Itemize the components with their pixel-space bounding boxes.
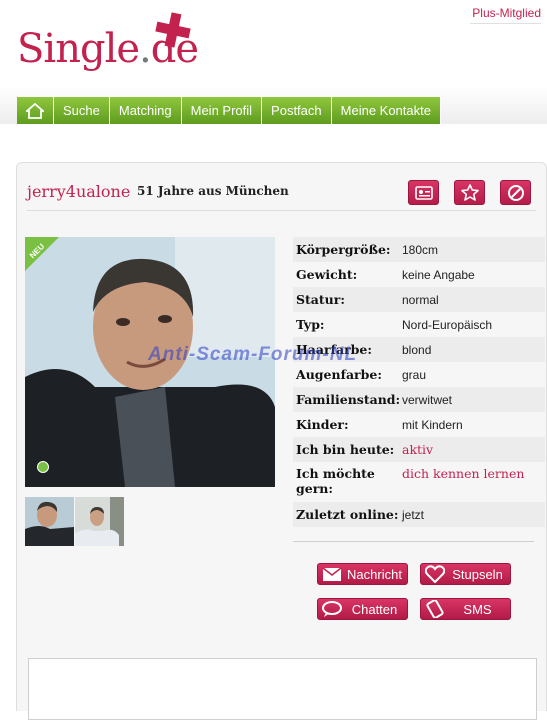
detail-label: Kinder:	[296, 417, 349, 432]
detail-label: Typ:	[296, 317, 325, 332]
profile-age-city: 51 Jahre aus München	[137, 184, 289, 198]
nav-item-meine-kontakte[interactable]: Meine Kontakte	[331, 97, 441, 124]
block-button[interactable]	[500, 180, 531, 205]
contact-card-button[interactable]	[408, 180, 439, 205]
detail-value: blond	[402, 342, 432, 357]
thumbnail-image	[75, 497, 124, 546]
detail-row: Zuletzt online: jetzt	[293, 502, 545, 527]
detail-label: Familienstand:	[296, 392, 401, 407]
logo-text-main: Single	[17, 26, 140, 72]
detail-value: dich kennen lernen	[402, 466, 525, 481]
phone-icon	[421, 598, 449, 620]
detail-label: Gewicht:	[296, 267, 358, 282]
chat-button[interactable]: Chatten	[317, 598, 408, 620]
nudge-button-label: Stupseln	[452, 566, 503, 582]
envelope-icon	[318, 563, 346, 585]
home-icon	[26, 102, 44, 119]
nav-item-suche[interactable]: Suche	[54, 97, 110, 124]
profile-details: Körpergröße: 180cm Gewicht: keine Angabe S…	[293, 237, 545, 527]
detail-label: Körpergröße:	[296, 242, 391, 257]
detail-value: keine Angabe	[402, 267, 475, 282]
detail-row: Statur: normal	[293, 287, 545, 312]
photo-thumbnail[interactable]	[25, 497, 74, 546]
profile-text-box	[28, 658, 537, 720]
detail-value: normal	[402, 292, 439, 307]
logo-plus-icon	[155, 12, 191, 48]
logo-dot: .	[139, 26, 152, 72]
detail-row: Ich möchte gern: dich kennen lernen	[293, 462, 545, 502]
favorite-button[interactable]	[454, 180, 485, 205]
nav-home[interactable]	[17, 97, 54, 124]
detail-row: Körpergröße: 180cm	[293, 237, 545, 262]
block-icon	[507, 184, 524, 201]
detail-value: Nord-Europäisch	[402, 317, 493, 332]
detail-row: Ich bin heute: aktiv	[293, 437, 545, 462]
detail-value: verwitwet	[402, 392, 453, 407]
nav-item-mein-profil[interactable]: Mein Profil	[181, 97, 263, 124]
star-icon	[460, 184, 479, 201]
detail-label: Statur:	[296, 292, 345, 307]
thumbnail-image	[25, 497, 74, 546]
detail-value: aktiv	[402, 442, 434, 457]
site-header: Plus-Mitglied Single.de Suche Matching M…	[0, 0, 547, 124]
watermark-text: Anti-Scam-Forum-NL	[148, 344, 358, 365]
chat-button-label: Chatten	[351, 601, 398, 617]
detail-row: Gewicht: keine Angabe	[293, 262, 545, 287]
message-button-label: Nachricht	[347, 566, 402, 582]
profile-username: jerry4ualone	[27, 182, 131, 201]
detail-row: Typ: Nord-Europäisch	[293, 312, 545, 337]
nav-item-postfach[interactable]: Postfach	[262, 97, 332, 124]
detail-label: Ich bin heute:	[296, 442, 395, 457]
plus-member-link[interactable]: Plus-Mitglied	[470, 6, 541, 24]
chat-bubble-icon	[318, 598, 346, 620]
heart-icon	[421, 563, 449, 585]
details-divider	[293, 541, 534, 542]
nav-item-matching[interactable]: Matching	[109, 97, 182, 124]
new-badge: NEU	[25, 237, 59, 271]
sms-button-label: SMS	[463, 601, 492, 617]
detail-row: Kinder: mit Kindern	[293, 412, 545, 437]
nudge-button[interactable]: Stupseln	[420, 563, 511, 585]
contact-card-icon	[414, 185, 433, 200]
detail-label: Ich möchte gern:	[296, 466, 375, 496]
sms-button[interactable]: SMS	[420, 598, 511, 620]
detail-value: 180cm	[402, 242, 439, 257]
message-button[interactable]: Nachricht	[317, 563, 408, 585]
detail-value: mit Kindern	[402, 417, 463, 432]
detail-row: Familienstand: verwitwet	[293, 387, 545, 412]
photo-thumbnail[interactable]	[75, 497, 124, 546]
detail-label: Augenfarbe:	[296, 367, 382, 382]
main-nav: Suche Matching Mein Profil Postfach Mein…	[17, 97, 441, 124]
detail-value: jetzt	[402, 507, 425, 522]
online-status-dot	[37, 461, 49, 473]
detail-label: Zuletzt online:	[296, 507, 399, 522]
detail-value: grau	[402, 367, 427, 382]
title-divider	[27, 210, 536, 211]
profile-card: jerry4ualone 51 Jahre aus München NEU Kö	[16, 162, 547, 720]
